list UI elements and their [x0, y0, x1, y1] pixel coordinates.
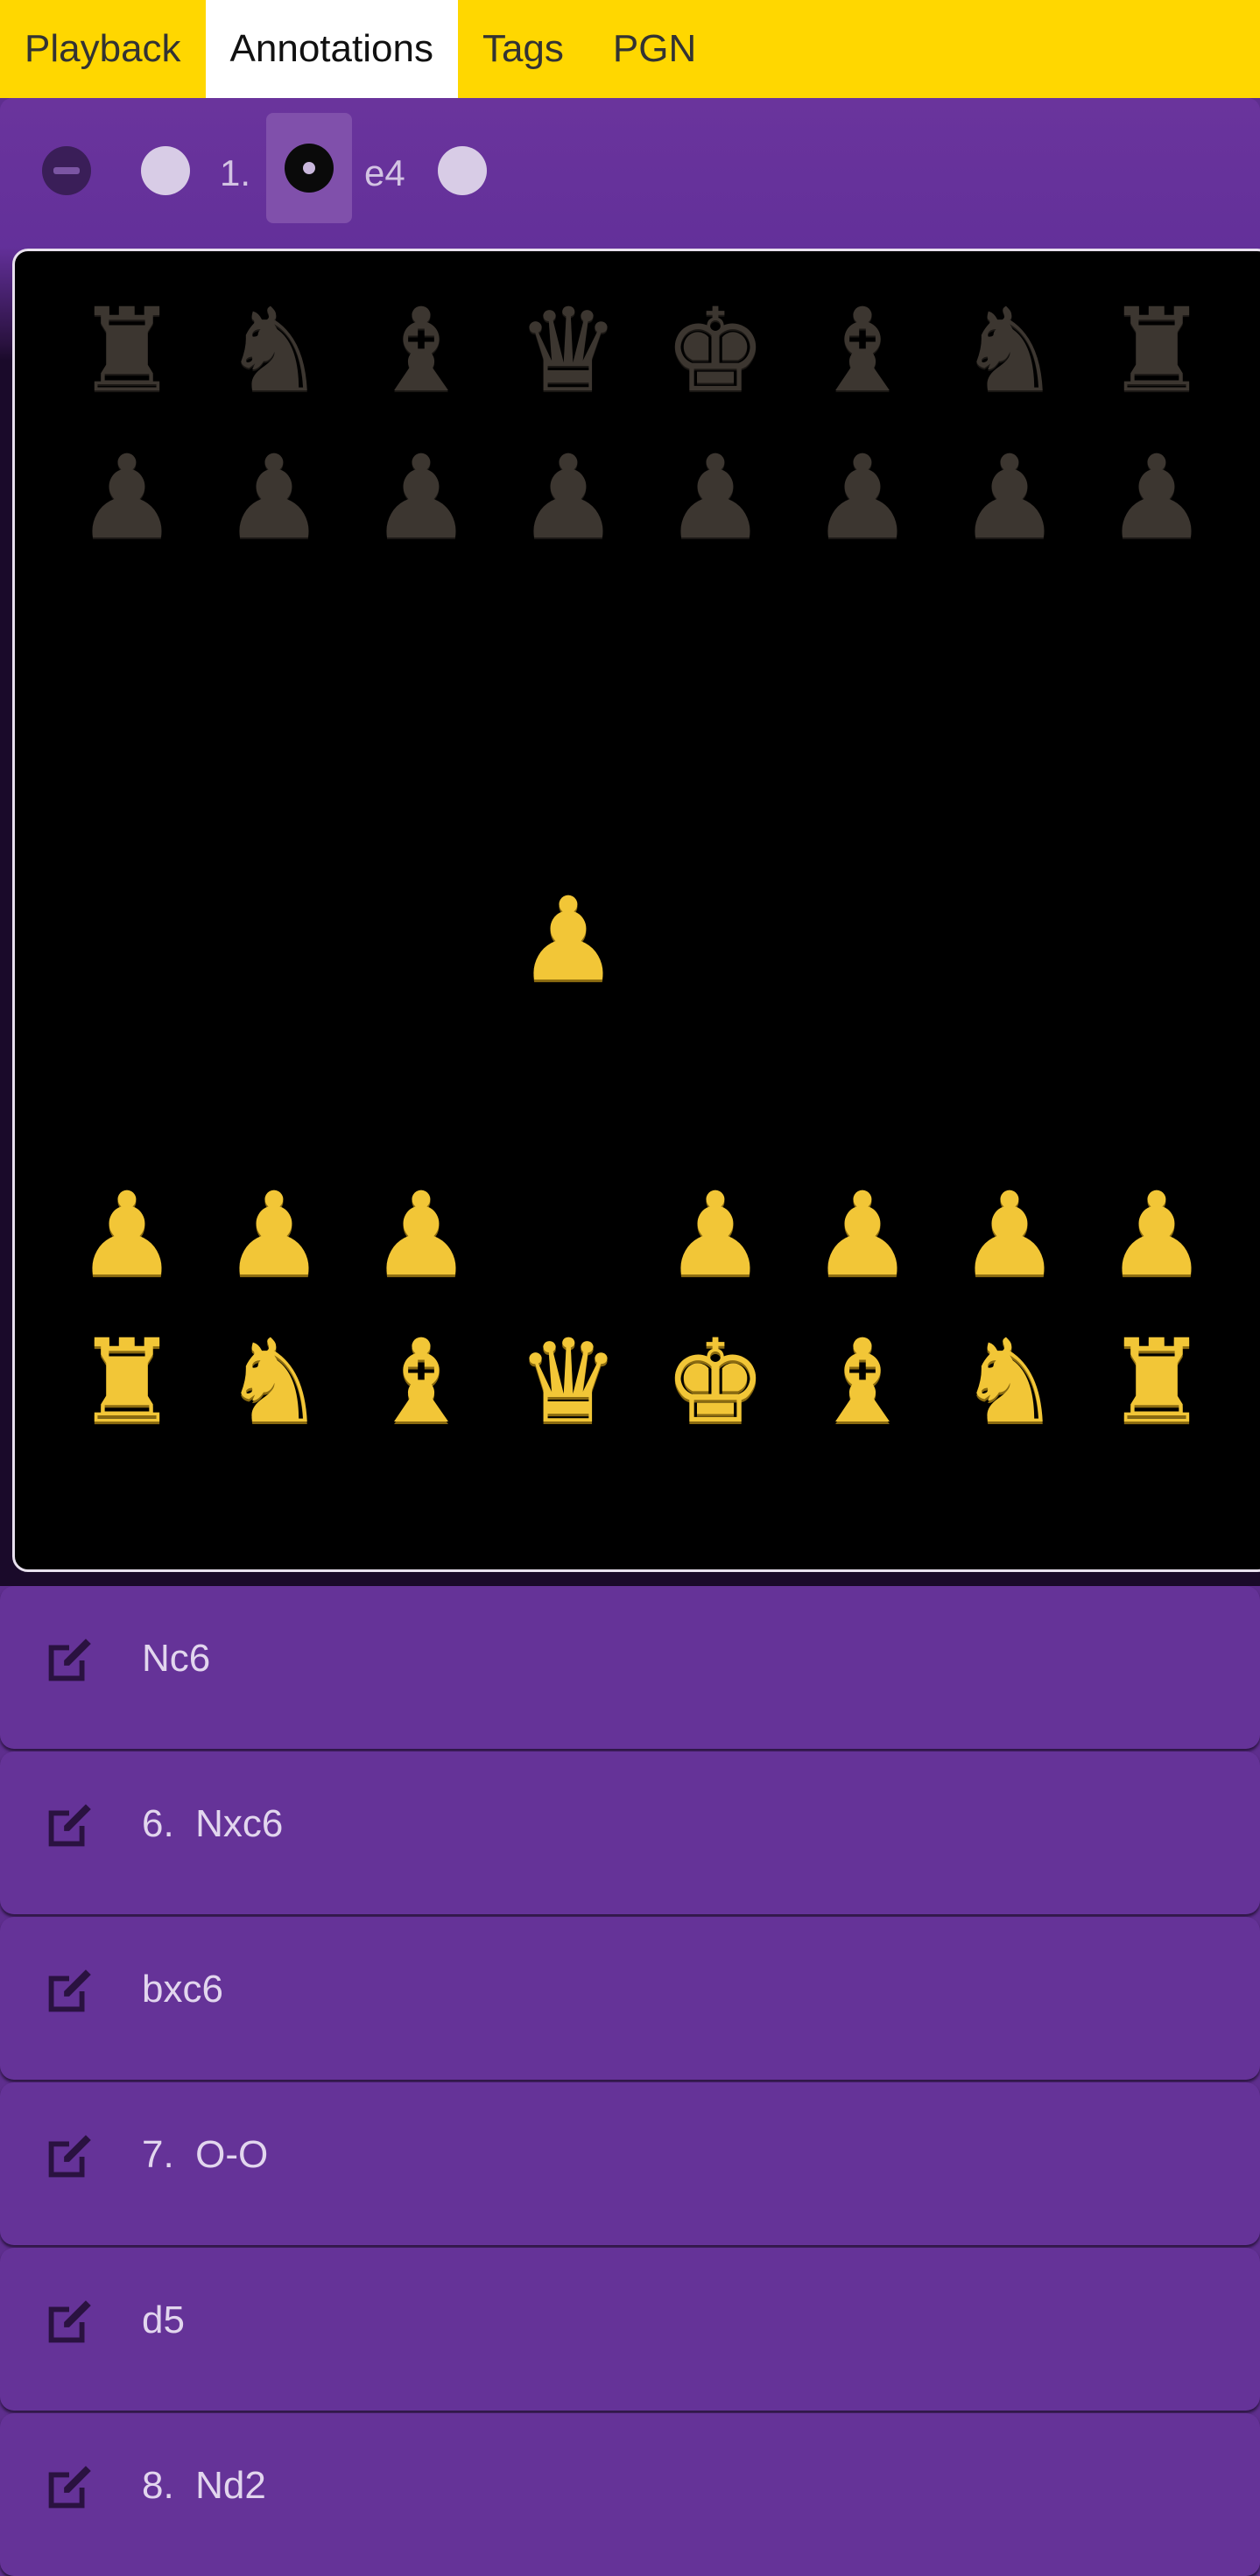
- black-pawn-d7[interactable]: ♟: [495, 425, 642, 572]
- white-pawn-a2[interactable]: ♟: [53, 1162, 201, 1309]
- move-text: bxc6: [142, 1968, 223, 2011]
- move-row[interactable]: d5: [0, 2248, 1260, 2411]
- black-knight-g8[interactable]: ♞: [936, 277, 1083, 425]
- edit-icon[interactable]: [39, 2126, 100, 2187]
- black-rook-a8[interactable]: ♜: [53, 277, 201, 425]
- white-pawn-c2[interactable]: ♟: [348, 1162, 495, 1309]
- move-text: 6. Nxc6: [142, 1802, 284, 1845]
- black-bishop-f8[interactable]: ♝: [789, 277, 936, 425]
- move-text: d5: [142, 2299, 185, 2341]
- move-row[interactable]: bxc6: [0, 1917, 1260, 2080]
- white-pawn-f2[interactable]: ♟: [789, 1162, 936, 1309]
- move-row[interactable]: 8. Nd2: [0, 2413, 1260, 2576]
- black-bishop-c8[interactable]: ♝: [348, 277, 495, 425]
- white-bishop-c1[interactable]: ♝: [348, 1309, 495, 1456]
- white-king-e1[interactable]: ♚: [642, 1309, 789, 1456]
- white-bishop-f1[interactable]: ♝: [789, 1309, 936, 1456]
- move-row[interactable]: 7. O-O: [0, 2082, 1260, 2245]
- black-king-e8[interactable]: ♚: [642, 277, 789, 425]
- edit-icon[interactable]: [39, 1630, 100, 1691]
- move-row[interactable]: 6. Nxc6: [0, 1751, 1260, 1914]
- move-text: 8. Nd2: [142, 2464, 266, 2507]
- chess-board[interactable]: ♜ ♞ ♝ ♛ ♚ ♝ ♞ ♜ ♟ ♟ ♟ ♟ ♟ ♟ ♟ ♟ ♟ ♟ ♟ ♟ …: [12, 249, 1260, 1572]
- black-pawn-f7[interactable]: ♟: [789, 425, 936, 572]
- white-queen-d1[interactable]: ♛: [495, 1309, 642, 1456]
- black-pawn-h7[interactable]: ♟: [1083, 425, 1230, 572]
- tab-pgn[interactable]: PGN: [588, 0, 721, 98]
- edit-icon[interactable]: [39, 2457, 100, 2518]
- edit-icon[interactable]: [39, 1795, 100, 1857]
- white-pawn-b2[interactable]: ♟: [201, 1162, 348, 1309]
- tab-bar: Playback Annotations Tags PGN: [0, 0, 1260, 98]
- edit-icon[interactable]: [39, 2292, 100, 2353]
- move-text: Nc6: [142, 1637, 211, 1680]
- white-rook-a1[interactable]: ♜: [53, 1309, 201, 1456]
- move-san[interactable]: e4: [364, 152, 405, 194]
- black-pawn-c7[interactable]: ♟: [348, 425, 495, 572]
- collapse-icon[interactable]: [42, 146, 91, 195]
- edit-icon[interactable]: [39, 1961, 100, 2022]
- white-knight-g1[interactable]: ♞: [936, 1309, 1083, 1456]
- next-position-dot[interactable]: [438, 146, 487, 195]
- white-pawn-h2[interactable]: ♟: [1083, 1162, 1230, 1309]
- white-pawn-g2[interactable]: ♟: [936, 1162, 1083, 1309]
- tab-tags[interactable]: Tags: [458, 0, 588, 98]
- current-position-button[interactable]: [266, 113, 352, 223]
- tab-annotations[interactable]: Annotations: [205, 0, 458, 98]
- move-row[interactable]: Nc6: [0, 1586, 1260, 1749]
- black-knight-b8[interactable]: ♞: [201, 277, 348, 425]
- move-navigator: 1. e4: [0, 98, 1260, 247]
- black-pawn-g7[interactable]: ♟: [936, 425, 1083, 572]
- white-pawn-advanced[interactable]: ♟: [495, 867, 642, 1014]
- tab-playback[interactable]: Playback: [0, 0, 206, 98]
- black-pawn-a7[interactable]: ♟: [53, 425, 201, 572]
- white-rook-h1[interactable]: ♜: [1083, 1309, 1230, 1456]
- white-knight-b1[interactable]: ♞: [201, 1309, 348, 1456]
- previous-position-dot[interactable]: [141, 146, 190, 195]
- black-queen-d8[interactable]: ♛: [495, 277, 642, 425]
- black-pawn-b7[interactable]: ♟: [201, 425, 348, 572]
- move-number: 1.: [220, 152, 251, 193]
- move-text: 7. O-O: [142, 2133, 269, 2176]
- current-position-icon: [285, 144, 334, 193]
- white-pawn-e2[interactable]: ♟: [642, 1162, 789, 1309]
- black-rook-h8[interactable]: ♜: [1083, 277, 1230, 425]
- black-pawn-e7[interactable]: ♟: [642, 425, 789, 572]
